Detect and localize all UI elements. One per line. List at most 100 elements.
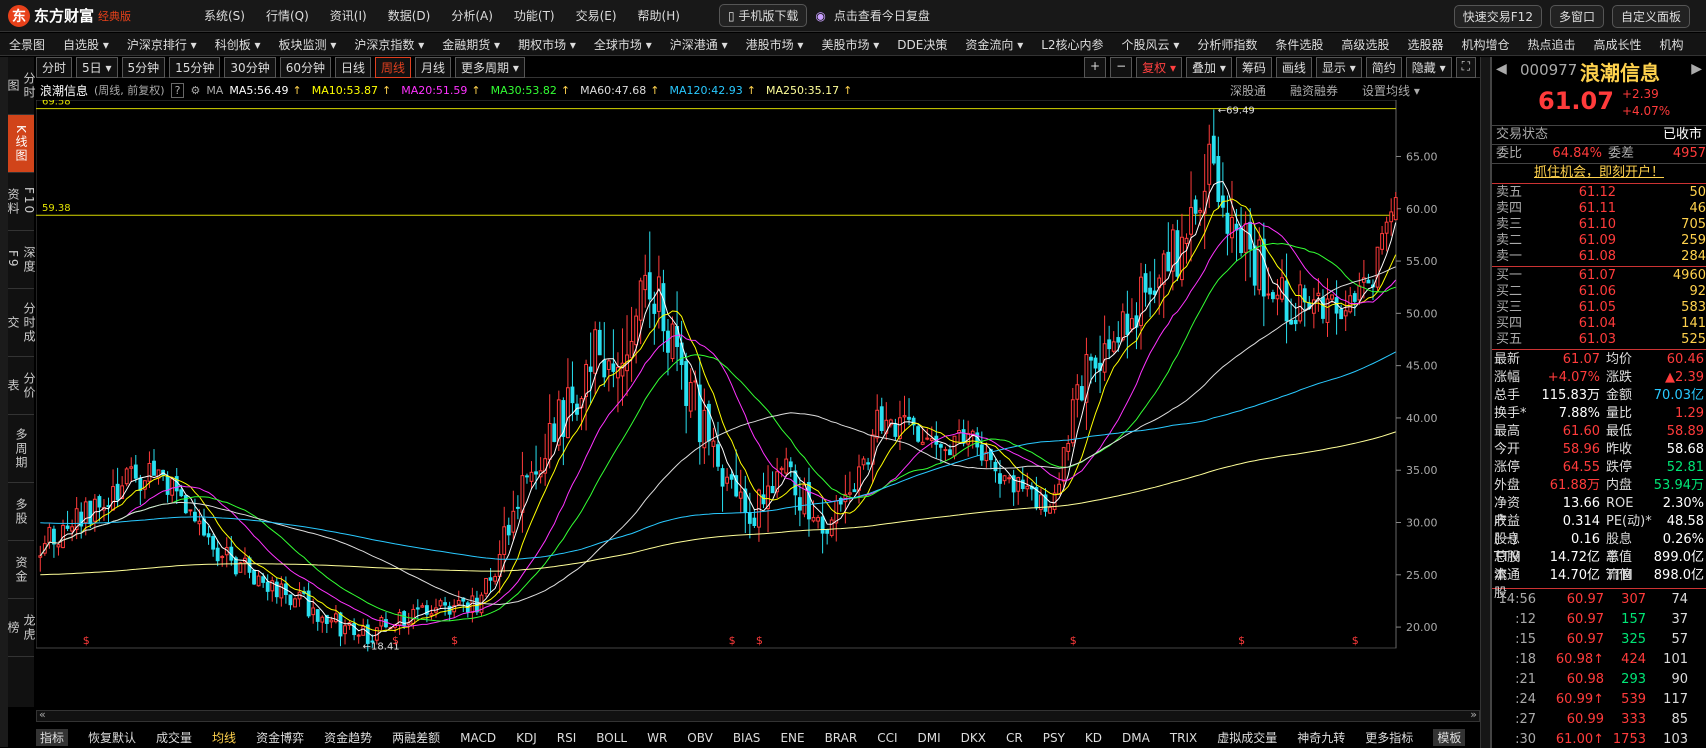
chart-tool-button[interactable]: − <box>1110 57 1133 78</box>
period-button[interactable]: 月线 <box>415 56 452 78</box>
nav-item[interactable]: 个股风云 ▾ <box>1113 36 1189 53</box>
indicator-tab[interactable]: TRIX <box>1170 731 1197 745</box>
indicator-tab[interactable]: 均线 <box>212 729 236 746</box>
nav-item[interactable]: 美股市场 ▾ <box>812 36 888 53</box>
left-tab[interactable]: F10资料 <box>6 173 36 231</box>
left-tab[interactable]: K线图 <box>8 115 34 173</box>
panel-splitter[interactable] <box>1480 57 1490 748</box>
indicator-tab[interactable]: DMA <box>1122 731 1150 745</box>
left-tab[interactable]: 资金 <box>8 541 34 599</box>
menu-item[interactable]: 数据(D) <box>388 7 431 24</box>
nav-item[interactable]: 期权市场 ▾ <box>509 36 585 53</box>
left-tab[interactable]: 分时成交 <box>6 289 36 357</box>
nav-item[interactable]: 选股器 <box>1398 36 1452 53</box>
scroll-left-icon[interactable]: « <box>39 708 46 721</box>
chart-tool-button[interactable]: + <box>1084 57 1107 78</box>
mobile-download-button[interactable]: ▯ 手机版下载 <box>718 4 808 27</box>
next-stock-icon[interactable]: ▶ <box>1691 61 1702 77</box>
indicator-tab[interactable]: 指标 <box>36 729 69 746</box>
open-account-ad[interactable]: 抓住机会，即刻开户！ <box>1492 164 1706 182</box>
nav-item[interactable]: 机构 <box>1651 36 1693 53</box>
nav-item[interactable]: 科创板 ▾ <box>206 36 270 53</box>
indicator-tab[interactable]: CCI <box>877 731 897 745</box>
nav-item[interactable]: 沪深港通 ▾ <box>661 36 737 53</box>
left-tab[interactable]: 多周期 <box>8 415 34 483</box>
indicator-tab[interactable]: KDJ <box>516 731 537 745</box>
menu-item[interactable]: 系统(S) <box>204 7 245 24</box>
indicator-tab[interactable]: 资金博弈 <box>256 729 304 746</box>
indicator-tab[interactable]: 神奇九转 <box>1297 729 1345 746</box>
period-button[interactable]: 5日 ▾ <box>76 56 118 78</box>
scroll-right-icon[interactable]: » <box>1470 708 1477 721</box>
indicator-tab[interactable]: 两融差额 <box>392 729 440 746</box>
period-button[interactable]: 60分钟 <box>279 56 331 78</box>
indicator-tab[interactable]: 虚拟成交量 <box>1217 729 1277 746</box>
nav-item[interactable]: 资金流向 ▾ <box>956 36 1032 53</box>
menu-item[interactable]: 功能(T) <box>514 7 555 24</box>
title-button[interactable]: 自定义面板 <box>1611 5 1690 28</box>
chart-tool-button[interactable]: 筹码 <box>1235 57 1272 78</box>
indicator-tab[interactable]: MACD <box>460 731 496 745</box>
chart-link[interactable]: 融资融券 <box>1290 84 1338 98</box>
period-button[interactable]: 周线 <box>375 56 412 78</box>
nav-item[interactable]: 沪深京指数 ▾ <box>345 36 433 53</box>
indicator-tab[interactable]: ENE <box>780 731 804 745</box>
indicator-tab[interactable]: DMI <box>918 731 941 745</box>
indicator-tab[interactable]: BIAS <box>733 731 761 745</box>
nav-item[interactable]: 全景图 <box>0 36 54 53</box>
chart-tool-button[interactable]: 简约 <box>1365 57 1402 78</box>
indicator-tab[interactable]: 资金趋势 <box>324 729 372 746</box>
period-button[interactable]: 更多周期 ▾ <box>455 56 525 78</box>
nav-item[interactable]: 自选股 ▾ <box>54 36 118 53</box>
chart-tool-button[interactable]: 叠加 ▾ <box>1186 57 1232 78</box>
period-button[interactable]: 日线 <box>334 56 371 78</box>
left-tab[interactable]: 分时图 <box>6 57 36 115</box>
horizontal-scrollbar[interactable]: « » <box>36 708 1480 722</box>
nav-item[interactable]: 沪深京排行 ▾ <box>118 36 206 53</box>
indicator-tab[interactable]: BOLL <box>596 731 627 745</box>
promo-link[interactable]: 点击查看今日复盘 <box>834 7 930 24</box>
menu-item[interactable]: 行情(Q) <box>266 7 309 24</box>
menu-item[interactable]: 帮助(H) <box>638 7 680 24</box>
left-tab[interactable]: 多股 <box>8 483 34 541</box>
indicator-tab[interactable]: OBV <box>687 731 713 745</box>
indicator-tab[interactable]: 更多指标 <box>1365 729 1413 746</box>
indicator-tab[interactable]: KD <box>1085 731 1102 745</box>
kline-chart[interactable]: 65.00 60.00 55.00 50.00 45.00 40.00 35.00 30.00… <box>36 100 1480 704</box>
menu-item[interactable]: 分析(A) <box>451 7 493 24</box>
indicator-tab[interactable]: PSY <box>1043 731 1065 745</box>
menu-item[interactable]: 交易(E) <box>576 7 617 24</box>
nav-item[interactable]: 分析师指数 <box>1188 36 1266 53</box>
nav-item[interactable]: DDE决策 <box>888 36 956 53</box>
prev-stock-icon[interactable]: ◀ <box>1496 61 1507 77</box>
indicator-tab[interactable]: DKX <box>961 731 986 745</box>
indicator-tab[interactable]: 成交量 <box>156 729 192 746</box>
nav-item[interactable]: 港股市场 ▾ <box>737 36 813 53</box>
indicator-tab[interactable]: 恢复默认 <box>88 729 136 746</box>
indicator-tab[interactable]: 模板 <box>1433 729 1466 746</box>
chart-link[interactable]: 设置均线 ▾ <box>1362 84 1420 98</box>
chart-tool-button[interactable]: 复权 ▾ <box>1136 57 1183 78</box>
indicator-tab[interactable]: WR <box>647 731 667 745</box>
chart-tool-button[interactable]: 画线 <box>1275 57 1312 78</box>
chart-tool-button[interactable]: 显示 ▾ <box>1315 57 1362 78</box>
help-icon[interactable]: ? <box>170 82 185 98</box>
chart-tool-button[interactable]: ⛶ <box>1455 57 1476 78</box>
indicator-tab[interactable]: RSI <box>557 731 577 745</box>
settings-icon[interactable]: ⚙ <box>190 84 200 97</box>
nav-item[interactable]: 全球市场 ▾ <box>585 36 661 53</box>
period-button[interactable]: 分时 <box>36 56 73 78</box>
indicator-tab[interactable]: CR <box>1006 731 1023 745</box>
nav-item[interactable]: 板块监测 ▾ <box>270 36 346 53</box>
left-tab[interactable]: 深度F9 <box>6 231 36 289</box>
title-button[interactable]: 多窗口 <box>1549 5 1604 28</box>
nav-item[interactable]: L2核心内参 <box>1032 36 1112 53</box>
title-button[interactable]: 快速交易F12 <box>1453 5 1542 28</box>
nav-item[interactable]: 高级选股 <box>1332 36 1398 53</box>
nav-item[interactable]: 条件选股 <box>1266 36 1332 53</box>
nav-item[interactable]: 高成长性 <box>1584 36 1650 53</box>
period-button[interactable]: 30分钟 <box>224 56 276 78</box>
open-account-link[interactable]: 抓住机会，即刻开户！ <box>1534 164 1664 182</box>
indicator-tab[interactable]: BRAR <box>825 731 858 745</box>
nav-item[interactable]: 机构增仓 <box>1452 36 1518 53</box>
